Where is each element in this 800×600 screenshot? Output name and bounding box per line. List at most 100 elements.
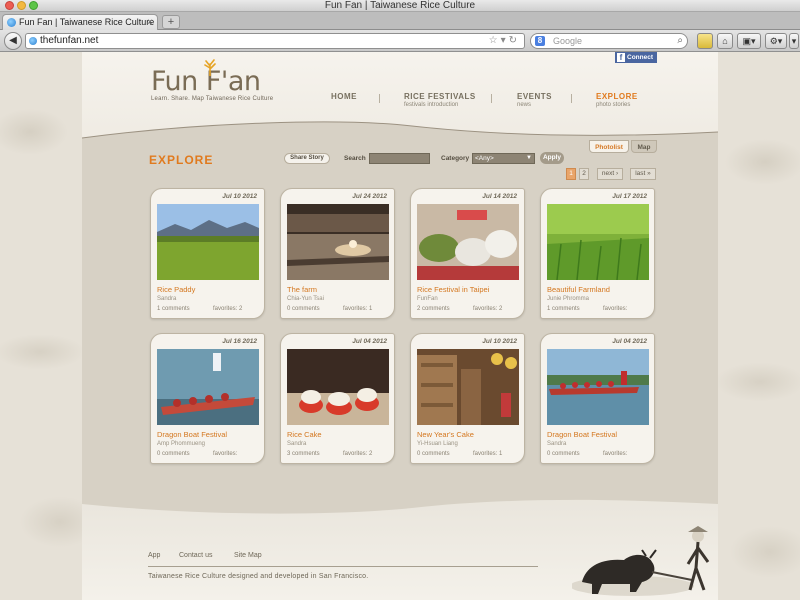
rice-festival-photo[interactable] xyxy=(417,204,519,280)
main-panel: Fun F'an Learn. Share. Map Taiwanese Ric… xyxy=(82,52,718,600)
card-comments: 1 comments xyxy=(547,306,580,312)
site-tagline: Learn. Share. Map Taiwanese Rice Culture xyxy=(151,96,274,102)
globe-icon xyxy=(29,37,37,45)
pager-next[interactable]: next › xyxy=(597,168,623,180)
card-title[interactable]: New Year's Cake xyxy=(417,430,474,439)
address-bar[interactable]: thefunfan.net ☆▾↻ xyxy=(25,33,525,49)
card-favorites: favorites: 1 xyxy=(343,306,373,312)
copyright-text: Taiwanese Rice Culture designed and deve… xyxy=(148,573,369,580)
share-story-button[interactable]: Share Story xyxy=(284,153,330,164)
category-select[interactable]: <Any> ▼ xyxy=(472,153,535,164)
pager-page-1[interactable]: 1 xyxy=(566,168,576,180)
reload-icon[interactable]: ↻ xyxy=(509,35,520,46)
card-title[interactable]: Beautiful Farmland xyxy=(547,285,610,294)
rice-cake-photo[interactable] xyxy=(287,349,389,425)
page-title: EXPLORE xyxy=(149,153,214,167)
card-author: Sandra xyxy=(157,296,177,302)
card-author: Sandra xyxy=(287,441,307,447)
nav-home[interactable]: HOME xyxy=(331,92,357,102)
card-date: Jul 10 2012 xyxy=(222,193,257,200)
browser-toolbar: ◀ thefunfan.net ☆▾↻ 8 Google ⌕ ⌂ ▣▾ ⚙▾ ▾ xyxy=(0,30,800,52)
new-tab-button[interactable]: + xyxy=(162,15,180,29)
card-author: Junie Phromma xyxy=(547,296,590,302)
footer-link-contact[interactable]: Contact us xyxy=(179,552,212,559)
card-favorites: favorites: 2 xyxy=(343,451,373,457)
footer-link-sitemap[interactable]: Site Map xyxy=(234,552,262,559)
card-title[interactable]: Dragon Boat Festival xyxy=(157,430,227,439)
nav-rice-festivals[interactable]: RICE FESTIVALS festivals introduction xyxy=(404,92,476,108)
chevron-down-icon: ▼ xyxy=(526,155,532,161)
card-comments: 0 comments xyxy=(157,451,190,457)
nav-label: EXPLORE xyxy=(596,92,638,101)
bookmark-star-icon[interactable]: ☆ xyxy=(489,35,501,46)
home-icon[interactable]: ⌂ xyxy=(717,33,733,49)
rice-stalk-icon xyxy=(204,59,216,76)
site-search-input[interactable] xyxy=(369,153,430,164)
photo-card[interactable]: Jul 10 2012 Rice Paddy Sandra 1 comments… xyxy=(150,188,265,319)
overflow-menu-icon[interactable]: ▾ xyxy=(789,33,799,49)
tab-map[interactable]: Map xyxy=(631,140,657,153)
card-title[interactable]: Dragon Boat Festival xyxy=(547,430,617,439)
card-comments: 0 comments xyxy=(547,451,580,457)
nav-sub: news xyxy=(517,102,532,108)
tab-photolist[interactable]: Photolist xyxy=(589,140,629,153)
card-date: Jul 04 2012 xyxy=(612,338,647,345)
bookmarks-icon[interactable] xyxy=(697,33,713,49)
back-button[interactable]: ◀ xyxy=(4,32,22,50)
card-title[interactable]: Rice Cake xyxy=(287,430,322,439)
card-date: Jul 14 2012 xyxy=(482,193,517,200)
card-title[interactable]: Rice Paddy xyxy=(157,285,195,294)
photo-card[interactable]: Jul 04 2012 Dragon Boat Festival Sandra … xyxy=(540,333,655,464)
magnifier-icon[interactable]: ⌕ xyxy=(677,34,683,48)
photo-card[interactable]: Jul 16 2012 Dragon Boat Festival Amp Pho… xyxy=(150,333,265,464)
close-tab-icon[interactable]: × xyxy=(147,15,153,30)
header-curve-divider xyxy=(82,121,718,140)
nav-separator xyxy=(379,94,380,103)
card-date: Jul 17 2012 xyxy=(612,193,647,200)
nav-events[interactable]: EVENTS news xyxy=(517,92,552,108)
apply-button[interactable]: Apply xyxy=(540,152,564,164)
card-title[interactable]: The farm xyxy=(287,285,317,294)
page-menu-icon[interactable]: ▣▾ xyxy=(737,33,761,49)
nav-explore[interactable]: EXPLORE photo stories xyxy=(596,92,638,108)
photo-card[interactable]: Jul 14 2012 Rice Festival in Taipei FunF… xyxy=(410,188,525,319)
card-comments: 0 comments xyxy=(417,451,450,457)
settings-menu-icon[interactable]: ⚙▾ xyxy=(765,33,787,49)
nav-separator xyxy=(571,94,572,103)
nav-label: RICE FESTIVALS xyxy=(404,92,476,101)
browser-tab[interactable]: Fun Fan | Taiwanese Rice Culture × xyxy=(2,14,158,30)
search-input[interactable]: 8 Google ⌕ xyxy=(530,33,688,49)
window-title: Fun Fan | Taiwanese Rice Culture xyxy=(324,0,476,11)
search-engine-icon[interactable]: 8 xyxy=(535,36,545,46)
photo-card[interactable]: Jul 10 2012 New Year's Cake Yi-Hsuan Lia… xyxy=(410,333,525,464)
photo-card[interactable]: Jul 04 2012 Rice Cake Sandra 3 comments … xyxy=(280,333,395,464)
photo-card[interactable]: Jul 24 2012 The farm Chia-Yun Tsai 0 com… xyxy=(280,188,395,319)
site-header: Fun F'an Learn. Share. Map Taiwanese Ric… xyxy=(82,52,718,140)
search-label: Search xyxy=(344,155,366,162)
card-title[interactable]: Rice Festival in Taipei xyxy=(417,285,489,294)
rice-paddy-photo[interactable] xyxy=(157,204,259,280)
footer-link-app[interactable]: App xyxy=(148,552,160,559)
window-titlebar: Fun Fan | Taiwanese Rice Culture xyxy=(0,0,800,12)
card-favorites: favorites: 2 xyxy=(473,306,503,312)
new-years-cake-photo[interactable] xyxy=(417,349,519,425)
photo-card[interactable]: Jul 17 2012 Beautiful Farmland Junie Phr… xyxy=(540,188,655,319)
card-favorites: favorites: xyxy=(603,451,628,457)
nav-separator xyxy=(491,94,492,103)
card-author: Yi-Hsuan Liang xyxy=(417,441,458,447)
url-text: thefunfan.net xyxy=(40,35,99,46)
nav-label: HOME xyxy=(331,92,357,101)
card-comments: 0 comments xyxy=(287,306,320,312)
farm-sunset-photo[interactable] xyxy=(287,204,389,280)
pager-page-2[interactable]: 2 xyxy=(579,168,589,180)
facebook-icon: f xyxy=(617,53,625,62)
url-actions: ☆▾↻ xyxy=(489,34,520,48)
dragon-boat-photo[interactable] xyxy=(157,349,259,425)
dragon-boat-race-photo[interactable] xyxy=(547,349,649,425)
rss-icon[interactable]: ▾ xyxy=(501,35,509,46)
pager-last[interactable]: last » xyxy=(630,168,656,180)
facebook-connect-button[interactable]: f Connect xyxy=(615,52,657,63)
card-comments: 1 comments xyxy=(157,306,190,312)
farmland-photo[interactable] xyxy=(547,204,649,280)
card-author: Chia-Yun Tsai xyxy=(287,296,324,302)
